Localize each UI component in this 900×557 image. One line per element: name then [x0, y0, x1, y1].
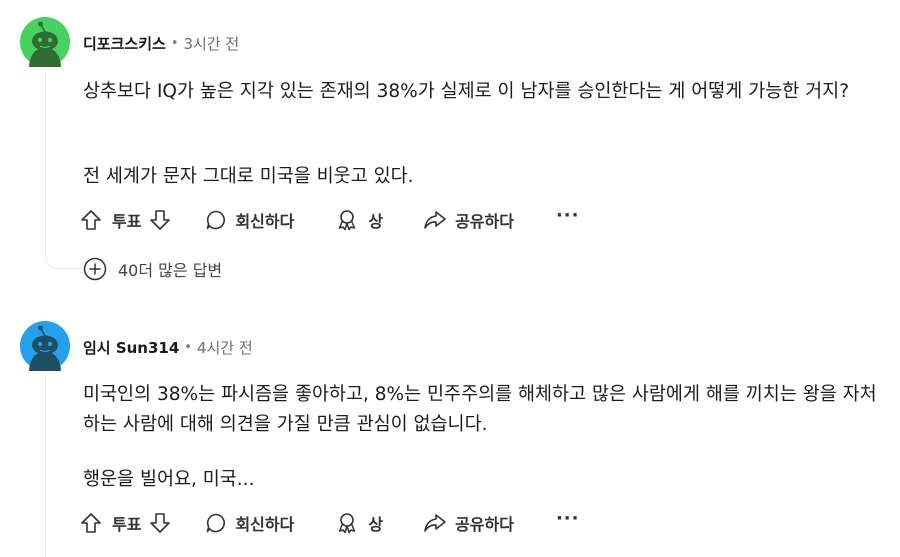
comment-body-paragraph: 상추보다 IQ가 높은 지각 있는 존재의 38%가 실제로 이 남자를 승인한… — [83, 81, 850, 102]
more-options-icon: ··· — [555, 205, 580, 226]
reply-button[interactable]: 회신하다 — [205, 511, 294, 535]
expand-plus-icon — [83, 257, 107, 281]
more-replies-label: 40더 많은 답변 — [118, 261, 223, 280]
avatar[interactable] — [20, 321, 70, 371]
reply-label: 회신하다 — [235, 515, 295, 534]
reply-label: 회신하다 — [235, 212, 295, 231]
comment-time[interactable]: 3시간 전 — [183, 33, 239, 54]
comment-body-paragraph: 행운을 빌어요, 미국... — [83, 469, 255, 490]
comment-body-paragraph: 미국인의 38%는 파시즘을 좋아하고, 8%는 민주주의를 해체하고 많은 사… — [83, 384, 877, 435]
comment-body-paragraph: 전 세계가 문자 그대로 미국을 비웃고 있다. — [83, 166, 414, 187]
share-icon — [424, 211, 446, 229]
author-name[interactable]: 임시 Sun314 — [83, 337, 179, 358]
award-icon — [339, 210, 356, 231]
upvote-icon[interactable] — [80, 209, 102, 231]
share-button[interactable]: 공유하다 — [423, 511, 514, 535]
award-label: 상 — [368, 212, 384, 231]
thread-line[interactable] — [45, 374, 46, 557]
comment-time[interactable]: 4시간 전 — [197, 337, 253, 358]
vote-group: 투표 — [80, 511, 171, 535]
more-options-button[interactable]: ··· — [556, 510, 580, 528]
comment-meta: 임시 Sun314 • 4시간 전 — [83, 334, 253, 360]
comment-meta: 디포크스키스 • 3시간 전 — [83, 30, 239, 56]
vote-count: 투표 — [112, 212, 142, 231]
reply-icon — [207, 210, 226, 230]
share-button[interactable]: 공유하다 — [423, 208, 514, 232]
reply-icon — [207, 513, 226, 533]
award-label: 상 — [368, 515, 384, 534]
comment-actions: 투표 회신하다 상 공유하다 ··· — [80, 508, 579, 538]
share-label: 공유하다 — [455, 212, 514, 231]
reply-button[interactable]: 회신하다 — [205, 208, 294, 232]
thread-elbow — [45, 248, 83, 269]
more-options-icon: ··· — [555, 508, 580, 529]
author-name[interactable]: 디포크스키스 — [83, 33, 166, 54]
avatar[interactable] — [20, 17, 70, 67]
comment-actions: 투표 회신하다 상 공유하다 ··· — [80, 205, 579, 235]
upvote-icon[interactable] — [80, 512, 102, 534]
more-options-button[interactable]: ··· — [556, 207, 580, 225]
award-icon — [339, 513, 356, 534]
vote-group: 투표 — [80, 208, 171, 232]
meta-separator: • — [170, 35, 179, 51]
downvote-icon[interactable] — [149, 209, 171, 231]
award-button[interactable]: 상 — [336, 208, 383, 232]
share-label: 공유하다 — [455, 515, 514, 534]
award-button[interactable]: 상 — [336, 511, 383, 535]
thread-line[interactable] — [45, 72, 46, 248]
share-icon — [424, 514, 446, 532]
more-replies-button[interactable]: 40더 많은 답변 — [83, 256, 222, 282]
downvote-icon[interactable] — [149, 512, 171, 534]
vote-count: 투표 — [112, 515, 142, 534]
meta-separator: • — [184, 339, 192, 355]
